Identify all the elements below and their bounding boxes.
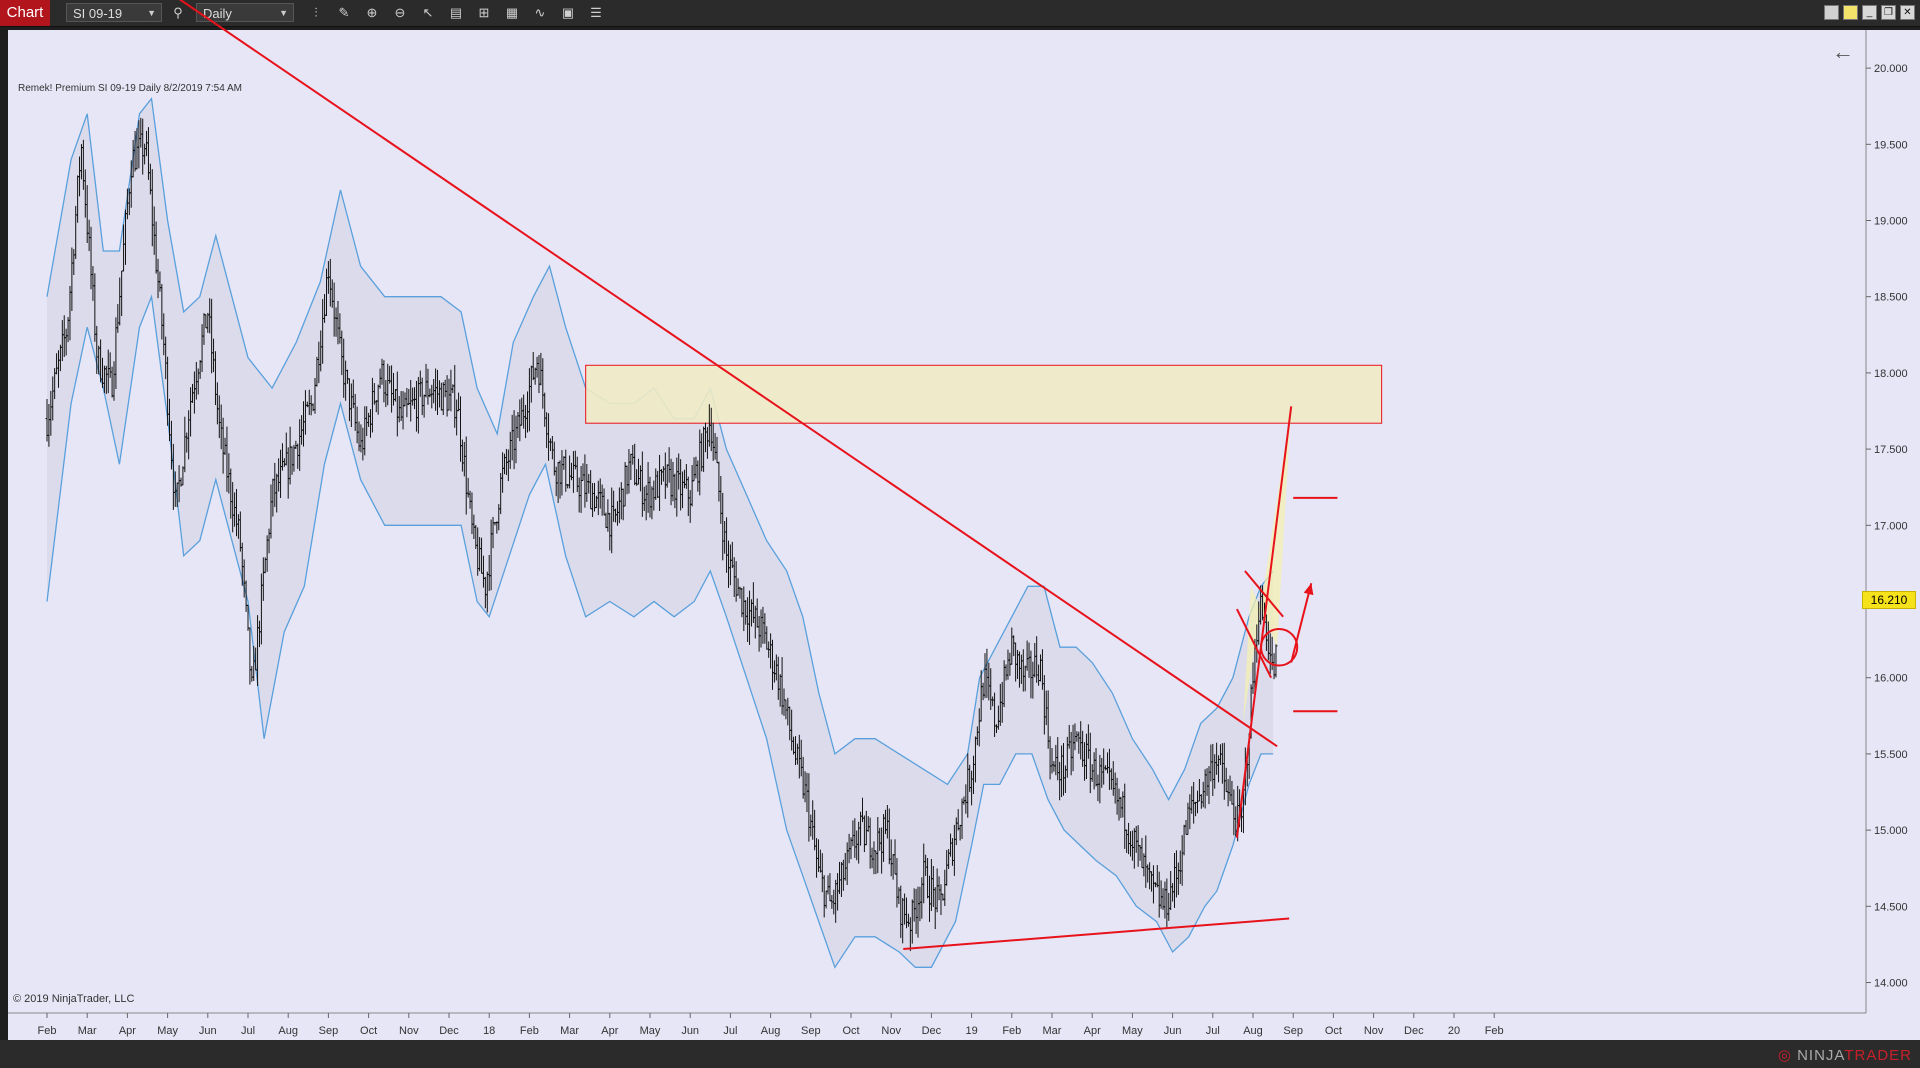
x-tick-label: Nov [881, 1025, 901, 1037]
x-tick-label: Oct [842, 1025, 859, 1037]
y-tick-label: 18.500 [1874, 292, 1908, 304]
x-tick-label: Aug [761, 1025, 781, 1037]
brand-logo: ◎ NINJATRADER [1777, 1047, 1912, 1064]
x-tick-label: Jul [1206, 1025, 1220, 1037]
y-tick-label: 17.500 [1874, 444, 1908, 456]
resistance-zone [585, 364, 1383, 424]
band-fill [47, 98, 1274, 968]
y-tick-label: 17.000 [1874, 520, 1908, 532]
x-tick-label: Aug [1243, 1025, 1263, 1037]
status-bar: ◎ NINJATRADER [0, 1040, 1920, 1068]
x-tick-label: Nov [1364, 1025, 1384, 1037]
x-tick-label: Feb [520, 1025, 539, 1037]
y-tick-label: 20.000 [1874, 63, 1908, 75]
y-tick-label: 18.000 [1874, 368, 1908, 380]
x-tick-label: Oct [1325, 1025, 1342, 1037]
x-tick-label: Apr [1084, 1025, 1101, 1037]
y-tick-label: 19.500 [1874, 139, 1908, 151]
x-tick-label: Aug [278, 1025, 298, 1037]
price-bar [250, 666, 254, 682]
x-tick-label: May [157, 1025, 178, 1037]
x-tick-label: Feb [1485, 1025, 1504, 1037]
x-tick-label: Oct [360, 1025, 377, 1037]
projection-arrow-line [1290, 582, 1313, 663]
x-tick-label: 18 [483, 1025, 495, 1037]
x-tick-label: 19 [965, 1025, 977, 1037]
y-tick-label: 15.000 [1874, 825, 1908, 837]
x-tick-label: Jul [241, 1025, 255, 1037]
x-tick-label: May [640, 1025, 661, 1037]
x-tick-label: Mar [1043, 1025, 1062, 1037]
x-tick-label: Apr [601, 1025, 618, 1037]
x-tick-label: 20 [1448, 1025, 1460, 1037]
last-price-tag: 16.210 [1862, 591, 1916, 609]
rising-support-line [903, 917, 1290, 950]
y-tick-label: 14.500 [1874, 901, 1908, 913]
x-tick-label: Dec [1404, 1025, 1424, 1037]
x-tick-label: Feb [38, 1025, 57, 1037]
x-tick-label: Sep [801, 1025, 821, 1037]
x-tick-label: Nov [399, 1025, 419, 1037]
price-bar [248, 627, 252, 685]
price-bar [1274, 644, 1278, 678]
x-tick-label: Sep [1283, 1025, 1303, 1037]
price-chart[interactable]: 20.000 19.500 19.000 18.500 18.000 17.500 17.0… [0, 0, 1920, 1040]
x-tick-label: Jun [199, 1025, 217, 1037]
x-tick-label: Jun [1164, 1025, 1182, 1037]
back-arrow-icon[interactable]: ← [1832, 39, 1854, 65]
y-tick-label: 14.000 [1874, 978, 1908, 990]
breakout-leg-line [1235, 406, 1293, 838]
x-tick-label: Apr [119, 1025, 136, 1037]
x-tick-label: Dec [922, 1025, 942, 1037]
copyright-text: © 2019 NinjaTrader, LLC [13, 993, 135, 1005]
y-tick-label: 19.000 [1874, 216, 1908, 228]
x-tick-label: Mar [78, 1025, 97, 1037]
x-tick-label: Sep [319, 1025, 339, 1037]
ninjatrader-icon: ◎ [1777, 1047, 1798, 1064]
x-tick-label: Feb [1002, 1025, 1021, 1037]
chart-info-line: Remek! Premium SI 09-19 Daily 8/2/2019 7… [18, 83, 242, 94]
x-tick-label: Dec [439, 1025, 459, 1037]
x-tick-label: Mar [560, 1025, 579, 1037]
y-tick-label: 16.000 [1874, 673, 1908, 685]
x-tick-label: Jul [723, 1025, 737, 1037]
arrowhead-icon [1303, 583, 1314, 596]
x-tick-label: May [1122, 1025, 1143, 1037]
y-tick-label: 15.500 [1874, 749, 1908, 761]
x-tick-label: Jun [681, 1025, 699, 1037]
